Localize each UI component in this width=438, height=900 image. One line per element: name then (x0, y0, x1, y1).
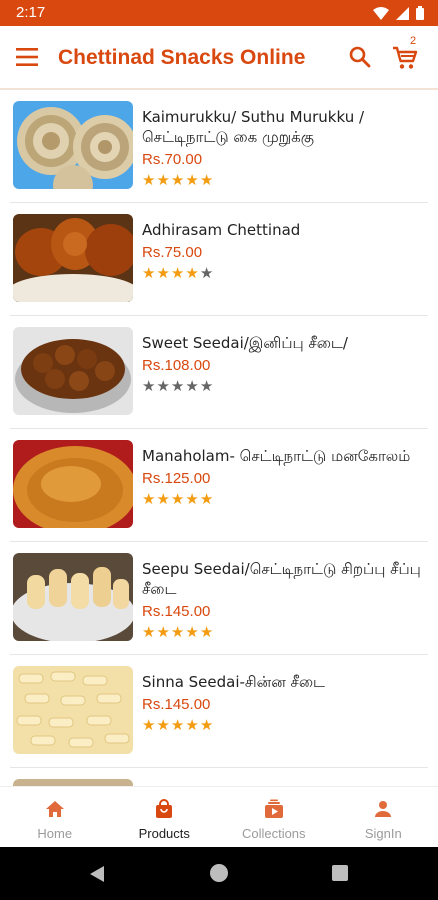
product-image-partial (13, 779, 133, 786)
sinna-seedai-image (13, 666, 133, 754)
home-circle-icon[interactable] (210, 864, 228, 882)
product-price: Rs.75.00 (142, 244, 203, 261)
product-rating: ★★★★★ (142, 264, 214, 282)
product-item-partial[interactable] (0, 768, 438, 786)
tab-label: Collections (241, 826, 306, 841)
product-item[interactable]: Seepu Seedai/செட்டிநாட்டு சிறப்பு சீப்பு… (0, 542, 438, 655)
product-name: Manaholam- செட்டிநாட்டு மனகோலம் (142, 447, 411, 465)
product-price: Rs.145.00 (142, 696, 211, 713)
product-rating: ★★★★★ (142, 490, 214, 508)
product-price: Rs.145.00 (142, 603, 211, 620)
star-filled-icon: ★ (142, 491, 157, 508)
star-filled-icon: ★ (199, 624, 215, 641)
star-filled-icon: ★ (185, 491, 200, 508)
star-empty-icon: ★ (142, 378, 157, 395)
star-filled-icon: ★ (142, 717, 157, 734)
star-filled-icon: ★ (170, 624, 186, 641)
star-filled-icon: ★ (156, 491, 171, 508)
product-item[interactable]: Adhirasam Chettinad Rs.75.00 ★★★★★ (0, 203, 438, 316)
recents-icon[interactable] (332, 865, 348, 881)
wifi-icon (373, 6, 389, 20)
app-title: Chettinad Snacks Online (58, 46, 306, 69)
tab-label: Home (37, 826, 73, 841)
tab-collections[interactable]: Collections (219, 787, 329, 847)
star-filled-icon: ★ (156, 265, 171, 282)
star-empty-icon: ★ (156, 378, 171, 395)
star-filled-icon: ★ (170, 265, 186, 282)
product-name: Kaimurukku/ Suthu Murukku / செட்டிநாட்டு… (142, 108, 365, 146)
star-filled-icon: ★ (185, 717, 200, 734)
star-filled-icon: ★ (142, 172, 157, 189)
star-filled-icon: ★ (199, 717, 215, 734)
star-filled-icon: ★ (142, 265, 157, 282)
product-rating: ★★★★★ (142, 377, 214, 395)
star-empty-icon: ★ (199, 378, 215, 395)
product-price: Rs.125.00 (142, 470, 211, 487)
cart-icon[interactable] (392, 45, 418, 71)
app-bar: Chettinad Snacks Online 2 (0, 26, 438, 90)
system-nav-bar (0, 847, 438, 900)
product-rating: ★★★★★ (142, 623, 214, 641)
tab-home[interactable]: Home (0, 787, 110, 847)
adhirasam-image (13, 214, 133, 302)
product-rating: ★★★★★ (142, 716, 214, 734)
manaholam-image (13, 440, 133, 528)
product-item[interactable]: Sweet Seedai/இனிப்பு சீடை/ Rs.108.00 ★★★… (0, 316, 438, 429)
star-filled-icon: ★ (185, 172, 200, 189)
collections-icon (264, 799, 283, 818)
bottom-tab-bar: Home Products Collections SignIn (0, 786, 438, 847)
star-empty-icon: ★ (185, 378, 200, 395)
signal-icon (396, 6, 409, 20)
star-empty-icon: ★ (199, 265, 215, 282)
product-list: Kaimurukku/ Suthu Murukku / செட்டிநாட்டு… (0, 90, 438, 786)
star-filled-icon: ★ (156, 717, 171, 734)
star-filled-icon: ★ (199, 491, 215, 508)
star-filled-icon: ★ (170, 172, 186, 189)
tab-label: SignIn (364, 826, 402, 841)
product-name: Seepu Seedai/செட்டிநாட்டு சிறப்பு சீப்பு… (142, 560, 421, 598)
tab-products[interactable]: Products (110, 787, 220, 847)
murukku-image (13, 101, 133, 189)
person-icon (375, 801, 392, 817)
product-item[interactable]: Kaimurukku/ Suthu Murukku / செட்டிநாட்டு… (0, 90, 438, 203)
star-filled-icon: ★ (185, 624, 200, 641)
home-icon (45, 801, 64, 817)
star-filled-icon: ★ (142, 624, 157, 641)
status-time: 2:17 (16, 4, 46, 21)
star-filled-icon: ★ (185, 265, 200, 282)
tab-label: Products (138, 826, 190, 841)
product-name: Adhirasam Chettinad (142, 221, 301, 239)
tab-signin[interactable]: SignIn (329, 787, 438, 847)
product-item[interactable]: Sinna Seedai-சின்ன சீடை Rs.145.00 ★★★★★ (0, 655, 438, 768)
star-filled-icon: ★ (199, 172, 215, 189)
bag-icon (156, 799, 173, 818)
product-name: Sinna Seedai-சின்ன சீடை (142, 673, 325, 691)
back-icon[interactable] (88, 864, 106, 884)
search-icon[interactable] (348, 45, 372, 69)
star-filled-icon: ★ (170, 491, 186, 508)
status-bar: 2:17 (0, 0, 438, 26)
battery-icon (416, 6, 424, 20)
system-icons (373, 6, 424, 20)
menu-icon[interactable] (16, 48, 38, 66)
product-price: Rs.70.00 (142, 151, 203, 168)
cart-count-badge: 2 (410, 35, 417, 47)
star-filled-icon: ★ (156, 624, 171, 641)
seepu-seedai-image (13, 553, 133, 641)
product-rating: ★★★★★ (142, 171, 214, 189)
sweet-seedai-image (13, 327, 133, 415)
star-filled-icon: ★ (156, 172, 171, 189)
product-price: Rs.108.00 (142, 357, 211, 374)
star-empty-icon: ★ (170, 378, 186, 395)
product-item[interactable]: Manaholam- செட்டிநாட்டு மனகோலம் Rs.125.0… (0, 429, 438, 542)
star-filled-icon: ★ (170, 717, 186, 734)
product-name: Sweet Seedai/இனிப்பு சீடை/ (142, 334, 348, 352)
